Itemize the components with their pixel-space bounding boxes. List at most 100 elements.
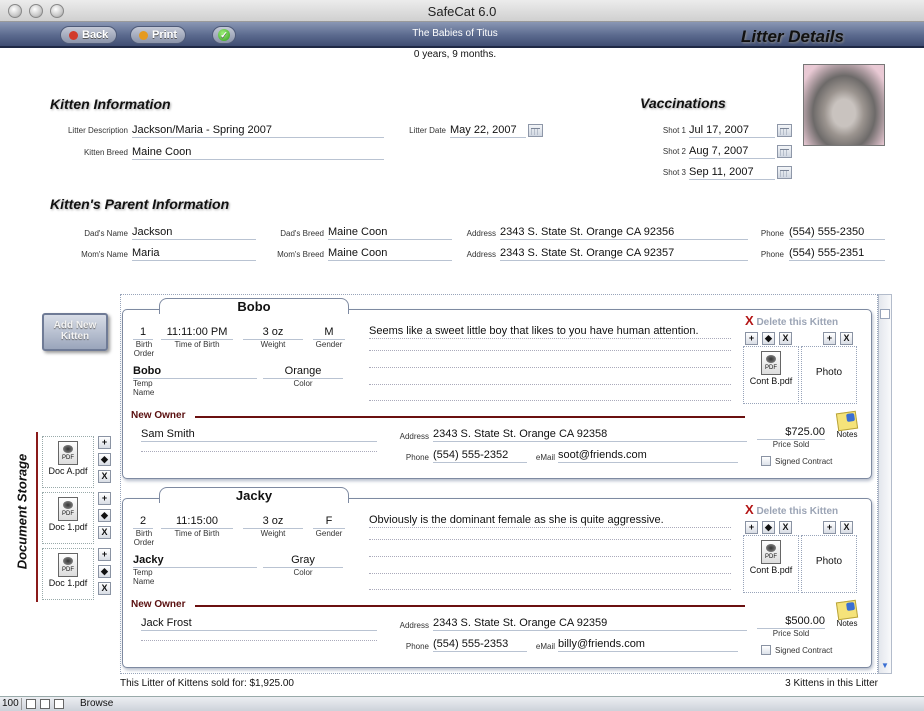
calendar-icon[interactable] [777, 124, 792, 137]
temp-name-label: Temp Name [133, 568, 155, 586]
contract-attachment[interactable]: PDF Cont B.pdf [743, 535, 799, 593]
weight-label: Weight [260, 529, 286, 538]
price-sold-field[interactable]: $725.00 [757, 426, 825, 440]
owner-address-field[interactable]: 2343 S. State St. Orange CA 92359 [433, 617, 747, 631]
contract-attachment[interactable]: PDF Cont B.pdf [743, 346, 799, 404]
dad-breed-field[interactable]: Maine Coon [328, 226, 452, 240]
vaccinations-heading: Vaccinations [640, 95, 726, 111]
remove-photo-button[interactable]: X [840, 521, 853, 534]
birth-order-field[interactable]: 1 [133, 326, 153, 340]
mom-breed-field[interactable]: Maine Coon [328, 247, 452, 261]
export-document-button[interactable]: ◆ [98, 565, 111, 578]
kitten-count: 3 Kittens in this Litter [785, 678, 878, 689]
owner-address-field[interactable]: 2343 S. State St. Orange CA 92358 [433, 428, 747, 442]
dad-name-field[interactable]: Jackson [132, 226, 256, 240]
delete-kitten-button[interactable]: X Delete this Kitten [745, 313, 838, 328]
document-item[interactable]: PDF Doc 1.pdf [42, 548, 94, 600]
owner-email-field[interactable]: soot@friends.com [558, 449, 738, 463]
remove-document-button[interactable]: X [98, 470, 111, 483]
shot-3-field[interactable]: Sep 11, 2007 [689, 166, 775, 180]
remove-attachment-button[interactable]: X [779, 332, 792, 345]
weight-field[interactable]: 3 oz [243, 326, 303, 340]
document-item[interactable]: PDF Doc 1.pdf [42, 492, 94, 544]
calendar-icon[interactable] [777, 145, 792, 158]
add-photo-button[interactable]: + [823, 521, 836, 534]
add-document-button[interactable]: + [98, 548, 111, 561]
dad-phone-field[interactable]: (554) 555-2350 [789, 226, 885, 240]
mom-phone-field[interactable]: (554) 555-2351 [789, 247, 885, 261]
price-sold-field[interactable]: $500.00 [757, 615, 825, 629]
document-item[interactable]: PDF Doc A.pdf [42, 436, 94, 488]
calendar-icon[interactable] [777, 166, 792, 179]
time-of-birth-field[interactable]: 11:15:00 [161, 515, 233, 529]
owner-phone-field[interactable]: (554) 555-2352 [433, 449, 527, 463]
owner-phone-field[interactable]: (554) 555-2353 [433, 638, 527, 652]
color-field[interactable]: Orange [263, 365, 343, 379]
remove-document-button[interactable]: X [98, 526, 111, 539]
owner-name-field[interactable]: Sam Smith [141, 428, 377, 442]
litter-photo[interactable] [803, 64, 885, 146]
add-new-kitten-button[interactable]: Add New Kitten [42, 313, 108, 351]
shot-2-label: Shot 2 [662, 147, 686, 156]
back-button[interactable]: Back [60, 26, 118, 44]
kitten-info-heading: Kitten Information [50, 96, 171, 112]
shot-2-field[interactable]: Aug 7, 2007 [689, 145, 775, 159]
remove-attachment-button[interactable]: X [779, 521, 792, 534]
time-of-birth-field[interactable]: 11:11:00 PM [161, 326, 233, 340]
dad-address-field[interactable]: 2343 S. State St. Orange CA 92356 [500, 226, 748, 240]
add-attachment-button[interactable]: + [745, 332, 758, 345]
kitten-photo[interactable]: Photo [801, 535, 857, 593]
scroll-thumb[interactable] [880, 309, 890, 319]
birth-order-label: Birth Order [133, 340, 155, 358]
print-button[interactable]: Print [130, 26, 187, 44]
signed-contract-checkbox[interactable] [761, 645, 771, 655]
notes-label: Notes [836, 619, 858, 628]
zoom-in-icon[interactable] [40, 699, 50, 709]
owner-address-label: Address [399, 432, 429, 441]
status-toggle-icon[interactable] [54, 699, 64, 709]
ok-button[interactable]: ✓ [212, 26, 236, 44]
export-attachment-button[interactable]: ◆ [762, 332, 775, 345]
remove-photo-button[interactable]: X [840, 332, 853, 345]
mom-address-field[interactable]: 2343 S. State St. Orange CA 92357 [500, 247, 748, 261]
gender-label: Gender [315, 340, 343, 349]
notes-button[interactable]: Notes [831, 410, 863, 439]
temp-name-field[interactable]: Jacky [133, 554, 257, 568]
remove-document-button[interactable]: X [98, 582, 111, 595]
export-attachment-button[interactable]: ◆ [762, 521, 775, 534]
add-document-button[interactable]: + [98, 492, 111, 505]
kitten-photo[interactable]: Photo [801, 346, 857, 404]
litter-description-field[interactable]: Jackson/Maria - Spring 2007 [132, 124, 384, 138]
export-document-button[interactable]: ◆ [98, 509, 111, 522]
mode-indicator[interactable]: Browse [80, 698, 113, 709]
export-document-button[interactable]: ◆ [98, 453, 111, 466]
add-photo-button[interactable]: + [823, 332, 836, 345]
add-attachment-button[interactable]: + [745, 521, 758, 534]
kitten-notes-field[interactable]: Seems like a sweet little boy that likes… [369, 325, 731, 339]
zoom-level[interactable]: 100 [2, 698, 22, 710]
zoom-out-icon[interactable] [26, 699, 36, 709]
owner-address-label: Address [399, 621, 429, 630]
owner-email-field[interactable]: billy@friends.com [558, 638, 738, 652]
notes-button[interactable]: Notes [831, 599, 863, 628]
kitten-breed-field[interactable]: Maine Coon [132, 146, 384, 160]
gender-field[interactable]: F [313, 515, 345, 529]
temp-name-field[interactable]: Bobo [133, 365, 257, 379]
owner-name-field[interactable]: Jack Frost [141, 617, 377, 631]
weight-label: Weight [260, 340, 286, 349]
kitten-breed-label: Kitten Breed [83, 148, 128, 157]
add-document-button[interactable]: + [98, 436, 111, 449]
kitten-list-scrollbar[interactable]: ▼ [878, 294, 892, 674]
calendar-icon[interactable] [528, 124, 543, 137]
delete-kitten-button[interactable]: X Delete this Kitten [745, 502, 838, 517]
scroll-down-icon[interactable]: ▼ [880, 661, 890, 671]
color-field[interactable]: Gray [263, 554, 343, 568]
signed-contract-checkbox[interactable] [761, 456, 771, 466]
weight-field[interactable]: 3 oz [243, 515, 303, 529]
birth-order-field[interactable]: 2 [133, 515, 153, 529]
mom-name-field[interactable]: Maria [132, 247, 256, 261]
shot-1-field[interactable]: Jul 17, 2007 [689, 124, 775, 138]
kitten-notes-field[interactable]: Obviously is the dominant female as she … [369, 514, 731, 528]
gender-field[interactable]: M [313, 326, 345, 340]
litter-date-field[interactable]: May 22, 2007 [450, 124, 526, 138]
